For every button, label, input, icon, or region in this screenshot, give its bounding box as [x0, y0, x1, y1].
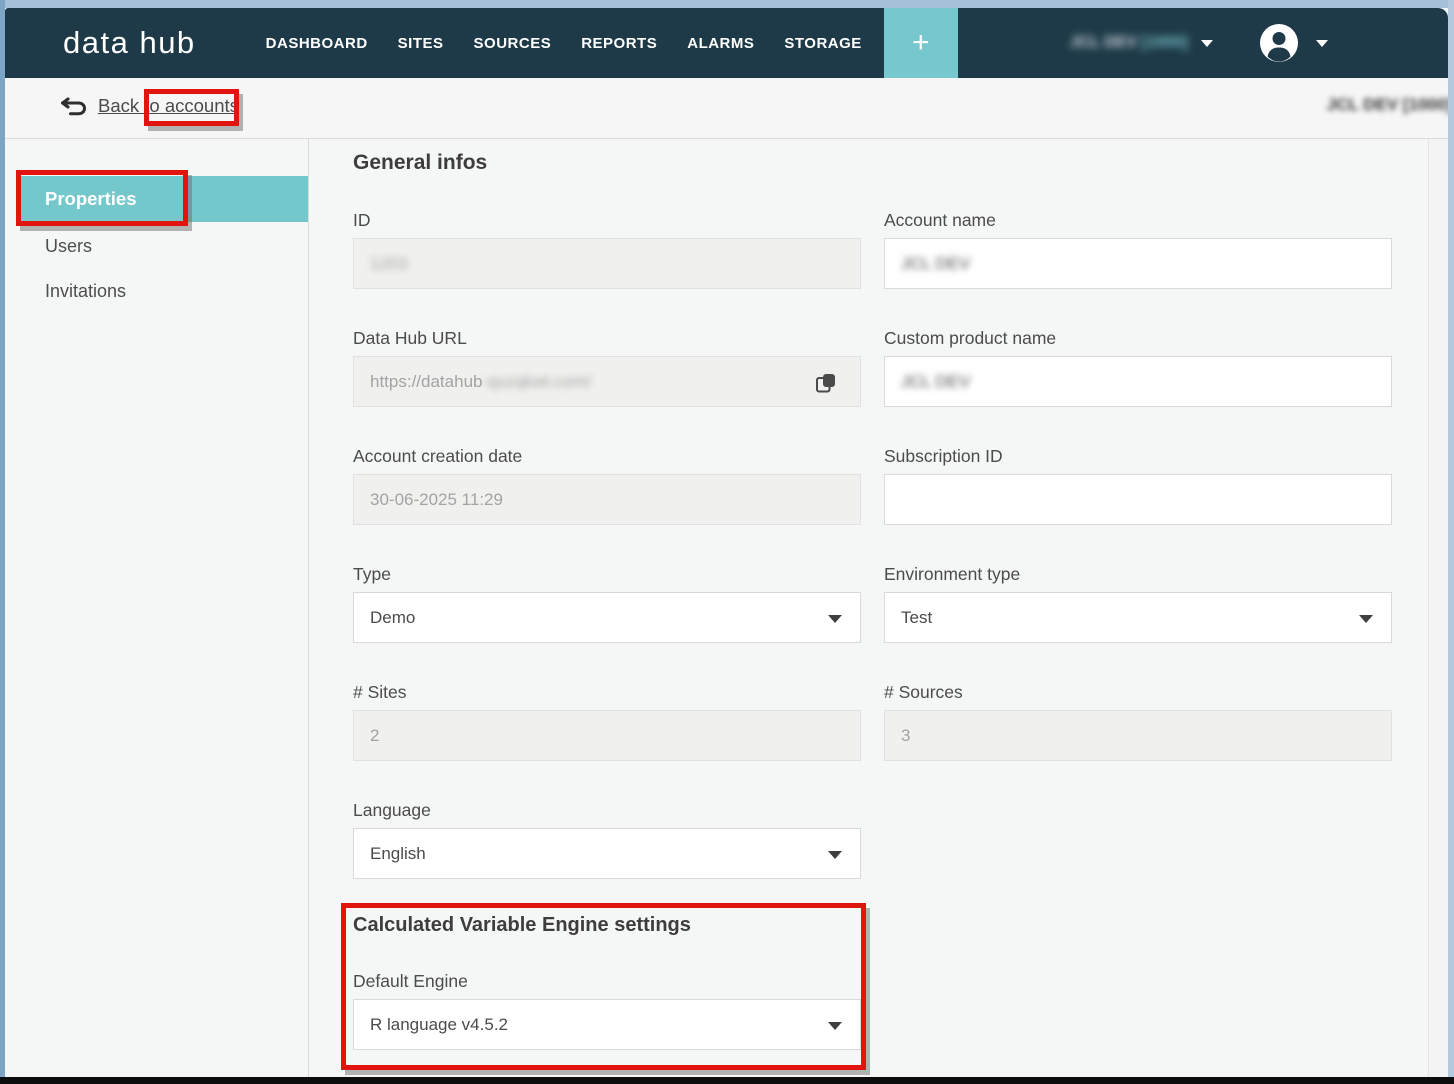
form-column-right: Account name JCL DEV Custom product name… [884, 210, 1392, 800]
data-hub-url-input: https://datahub-qxzqkwt.com/ [353, 356, 861, 407]
window-border-bottom [0, 1077, 1454, 1084]
url-prefix: https://datahub [370, 372, 482, 392]
window-border-right [1448, 0, 1454, 1084]
field-type: Type Demo [353, 564, 861, 643]
field-environment-type: Environment type Test [884, 564, 1392, 643]
environment-type-value: Test [901, 608, 932, 628]
default-engine-label: Default Engine [353, 971, 861, 991]
chevron-down-icon [1359, 615, 1373, 623]
language-label: Language [353, 800, 861, 820]
id-label: ID [353, 210, 861, 230]
sources-count-input: 3 [884, 710, 1392, 761]
nav-alarms[interactable]: ALARMS [687, 35, 754, 52]
avatar-icon [1259, 23, 1299, 63]
data-hub-url-label: Data Hub URL [353, 328, 861, 348]
chevron-down-icon [1316, 40, 1328, 47]
datahub-logo: data hub [63, 25, 196, 61]
page-title: General infos [353, 151, 487, 175]
chevron-down-icon [1201, 40, 1213, 47]
account-name-redacted: JCL DEV [1000] [1070, 34, 1188, 52]
sidebar-item-invitations[interactable]: Invitations [45, 281, 126, 302]
back-link-label: Back to accounts [98, 95, 239, 117]
chevron-down-icon [828, 851, 842, 859]
default-engine-select[interactable]: R language v4.5.2 [353, 999, 861, 1050]
field-sources-count: # Sources 3 [884, 682, 1392, 761]
return-arrow-icon [60, 97, 87, 116]
copy-icon[interactable] [814, 371, 838, 395]
id-value-redacted: 1203 [370, 254, 408, 274]
form-column-left: ID 1203 Data Hub URL https://datahub-qxz… [353, 210, 861, 1084]
add-button[interactable]: + [884, 8, 958, 78]
nav-reports[interactable]: REPORTS [581, 35, 657, 52]
sources-count-label: # Sources [884, 682, 1392, 702]
type-value: Demo [370, 608, 415, 628]
scrollbar[interactable] [1428, 139, 1448, 1077]
url-value-redacted: -qxzqkwt.com/ [482, 372, 591, 392]
back-link-target: accounts [165, 95, 239, 116]
app-window: data hub DASHBOARD SITES SOURCES REPORTS… [0, 0, 1454, 1084]
field-subscription-id: Subscription ID [884, 446, 1392, 525]
field-custom-product-name: Custom product name JCL DEV [884, 328, 1392, 407]
field-account-creation-date: Account creation date 30-06-2025 11:29 [353, 446, 861, 525]
default-engine-value: R language v4.5.2 [370, 1015, 508, 1035]
field-account-name: Account name JCL DEV [884, 210, 1392, 289]
account-name-input[interactable]: JCL DEV [884, 238, 1392, 289]
sidebar-item-users[interactable]: Users [45, 236, 92, 257]
breadcrumb-bar: Back to accounts JCL DEV [1000] [5, 78, 1448, 139]
window-border-left [0, 0, 5, 1084]
account-switcher[interactable]: JCL DEV [1000] [1070, 34, 1213, 52]
nav-sites[interactable]: SITES [398, 35, 444, 52]
nav-dashboard[interactable]: DASHBOARD [266, 35, 368, 52]
custom-product-name-value-redacted: JCL DEV [901, 372, 970, 392]
sidebar-item-properties[interactable]: Properties [18, 176, 308, 222]
account-name-value-redacted: JCL DEV [901, 254, 970, 274]
main-content: General infos ID 1203 Data Hub URL https… [310, 139, 1448, 1077]
subscription-id-label: Subscription ID [884, 446, 1392, 466]
nav-storage[interactable]: STORAGE [784, 35, 861, 52]
creation-date-label: Account creation date [353, 446, 861, 466]
environment-type-select[interactable]: Test [884, 592, 1392, 643]
type-select[interactable]: Demo [353, 592, 861, 643]
subscription-id-input[interactable] [884, 474, 1392, 525]
sites-count-value: 2 [370, 726, 379, 746]
window-border-top [0, 0, 1454, 8]
creation-date-input: 30-06-2025 11:29 [353, 474, 861, 525]
language-select[interactable]: English [353, 828, 861, 879]
main-nav: DASHBOARD SITES SOURCES REPORTS ALARMS S… [266, 35, 862, 52]
language-value: English [370, 844, 426, 864]
environment-type-label: Environment type [884, 564, 1392, 584]
back-to-accounts-link[interactable]: Back to accounts [60, 95, 239, 117]
field-default-engine: Default Engine R language v4.5.2 [353, 971, 861, 1050]
sources-count-value: 3 [901, 726, 910, 746]
creation-date-value: 30-06-2025 11:29 [370, 490, 503, 510]
chevron-down-icon [828, 615, 842, 623]
nav-sources[interactable]: SOURCES [474, 35, 552, 52]
sidebar: Properties Users Invitations [5, 139, 309, 1077]
id-input: 1203 [353, 238, 861, 289]
field-data-hub-url: Data Hub URL https://datahub-qxzqkwt.com… [353, 328, 861, 407]
sites-count-label: # Sites [353, 682, 861, 702]
field-language: Language English [353, 800, 861, 879]
current-account-context-redacted: JCL DEV [1000] [1327, 95, 1452, 115]
engine-section-title: Calculated Variable Engine settings [353, 914, 861, 937]
chevron-down-icon [828, 1022, 842, 1030]
field-sites-count: # Sites 2 [353, 682, 861, 761]
type-label: Type [353, 564, 861, 584]
custom-product-name-label: Custom product name [884, 328, 1392, 348]
account-name-label: Account name [884, 210, 1392, 230]
top-navbar: data hub DASHBOARD SITES SOURCES REPORTS… [5, 8, 1448, 78]
custom-product-name-input[interactable]: JCL DEV [884, 356, 1392, 407]
field-id: ID 1203 [353, 210, 861, 289]
user-menu[interactable] [1259, 23, 1328, 63]
sites-count-input: 2 [353, 710, 861, 761]
